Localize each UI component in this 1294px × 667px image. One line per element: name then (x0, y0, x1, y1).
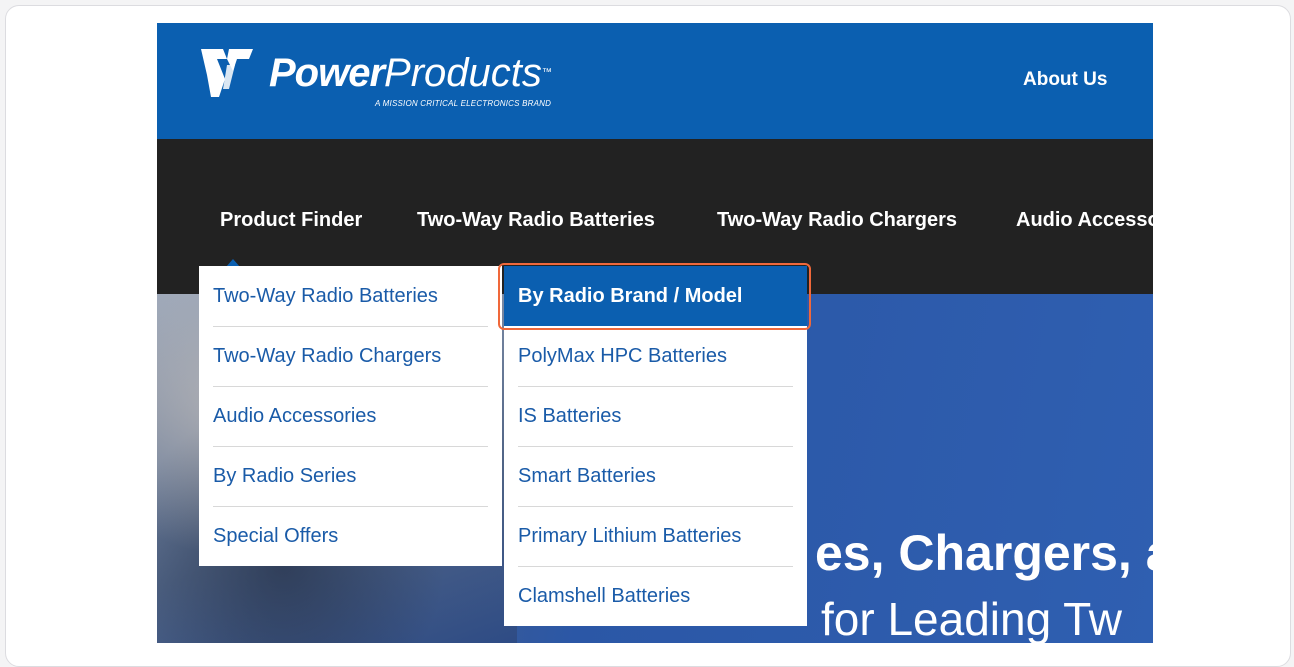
browser-viewport: PowerProducts™ A MISSION CRITICAL ELECTR… (157, 23, 1153, 643)
hero-heading: es, Chargers, a (815, 525, 1153, 581)
logo-products-text: Products (384, 51, 542, 95)
logo-power-text: Power (269, 51, 385, 95)
logo-wordmark: PowerProducts™ (269, 51, 552, 95)
power-products-logo-icon (201, 49, 253, 97)
submenu-item-primary-lithium-batteries[interactable]: Primary Lithium Batteries (518, 506, 793, 567)
submenu-item-clamshell-batteries[interactable]: Clamshell Batteries (518, 566, 793, 626)
menu-item-two-way-radio-chargers[interactable]: Two-Way Radio Chargers (213, 326, 488, 387)
trademark-symbol: ™ (541, 67, 552, 78)
submenu-item-polymax-hpc-batteries[interactable]: PolyMax HPC Batteries (518, 326, 793, 387)
about-us-link[interactable]: About Us (1023, 69, 1107, 91)
nav-audio-accessories[interactable]: Audio Accesso (1016, 209, 1153, 232)
menu-item-by-radio-series[interactable]: By Radio Series (213, 446, 488, 507)
product-finder-dropdown: Two-Way Radio Batteries Two-Way Radio Ch… (199, 266, 502, 566)
nav-two-way-radio-chargers[interactable]: Two-Way Radio Chargers (717, 209, 957, 232)
menu-item-audio-accessories[interactable]: Audio Accessories (213, 386, 488, 447)
submenu-item-smart-batteries[interactable]: Smart Batteries (518, 446, 793, 507)
submenu-item-by-radio-brand-model[interactable]: By Radio Brand / Model (504, 266, 807, 326)
menu-item-two-way-radio-batteries[interactable]: Two-Way Radio Batteries (213, 266, 488, 327)
logo-tagline: A MISSION CRITICAL ELECTRONICS BRAND (375, 99, 552, 108)
menu-item-special-offers[interactable]: Special Offers (213, 506, 488, 566)
submenu-item-is-batteries[interactable]: IS Batteries (518, 386, 793, 447)
nav-product-finder[interactable]: Product Finder (220, 209, 362, 232)
screenshot-frame: PowerProducts™ A MISSION CRITICAL ELECTR… (5, 5, 1291, 667)
batteries-submenu: By Radio Brand / Model PolyMax HPC Batte… (504, 266, 807, 626)
site-header: PowerProducts™ A MISSION CRITICAL ELECTR… (157, 23, 1153, 139)
nav-two-way-radio-batteries[interactable]: Two-Way Radio Batteries (417, 209, 655, 232)
hero-subheading: for Leading Tw (821, 593, 1122, 643)
